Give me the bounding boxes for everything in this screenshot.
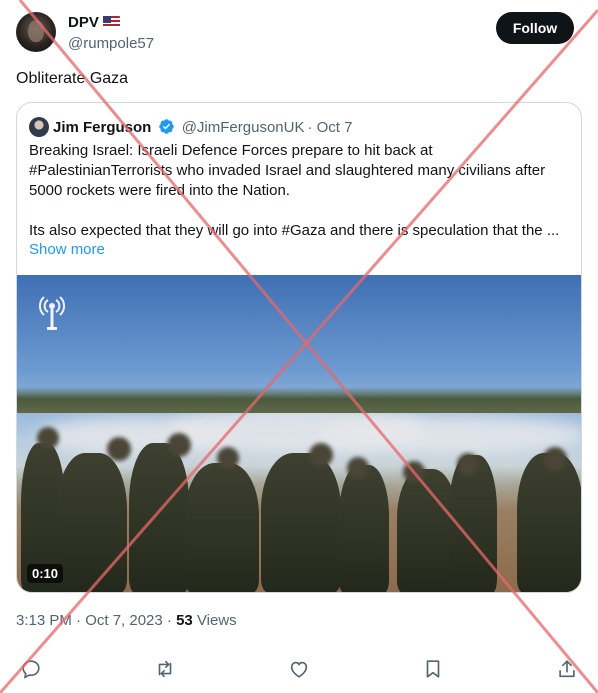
like-icon[interactable] xyxy=(288,658,310,680)
quoted-paragraph-2: Its also expected that they will go into… xyxy=(29,222,560,239)
blurred-head xyxy=(309,443,333,467)
soldier-figure xyxy=(129,443,189,592)
quoted-author-handle[interactable]: @JimFergusonUK xyxy=(182,119,305,136)
show-more-link[interactable]: Show more xyxy=(29,241,105,258)
quoted-author-name[interactable]: Jim Ferguson xyxy=(53,119,151,136)
tweet-header: DPV @rumpole57 Follow xyxy=(16,10,574,54)
soldier-figure xyxy=(517,453,581,592)
author-name[interactable]: DPV xyxy=(68,14,120,31)
verified-badge-icon xyxy=(158,119,174,134)
follow-button[interactable]: Follow xyxy=(496,12,574,44)
blurred-head xyxy=(37,427,59,449)
avatar[interactable] xyxy=(16,12,56,52)
quoted-paragraph-1: Breaking Israel: Israeli Defence Forces … xyxy=(29,142,550,199)
blurred-head xyxy=(347,457,369,479)
smoke-cloud xyxy=(37,417,237,455)
views-label: Views xyxy=(196,612,237,629)
soldier-figure xyxy=(185,463,259,592)
tweet-meta: 3:13 PM · Oct 7, 2023 · 53 Views xyxy=(16,612,237,629)
author-handle[interactable]: @rumpole57 xyxy=(68,35,154,52)
soldier-figure xyxy=(397,469,457,592)
quoted-tweet-date[interactable]: · Oct 7 xyxy=(307,119,352,136)
blurred-head xyxy=(543,447,567,471)
video-player[interactable]: 0:10 xyxy=(17,275,581,592)
action-bar xyxy=(0,652,598,688)
reply-icon[interactable] xyxy=(20,658,42,680)
soldier-figure xyxy=(57,453,127,592)
us-flag-icon xyxy=(102,16,120,28)
video-duration: 0:10 xyxy=(27,564,64,583)
author-display-name[interactable]: DPV xyxy=(68,14,99,31)
bookmark-icon[interactable] xyxy=(422,658,444,680)
soldier-figure xyxy=(339,465,389,592)
blurred-head xyxy=(457,453,479,475)
smoke-cloud xyxy=(317,415,581,455)
retweet-icon[interactable] xyxy=(154,658,176,680)
soldier-figure xyxy=(449,455,497,592)
views-count: 53 xyxy=(176,612,193,629)
quoted-tweet-body: Breaking Israel: Israeli Defence Forces … xyxy=(29,141,569,261)
quoted-tweet-header: Jim Ferguson @JimFergusonUK · Oct 7 xyxy=(29,117,352,137)
quoted-tweet-card[interactable]: Jim Ferguson @JimFergusonUK · Oct 7 Break… xyxy=(16,102,582,593)
quoted-avatar[interactable] xyxy=(29,117,49,137)
blurred-head xyxy=(107,437,131,461)
tweet-timestamp[interactable]: 3:13 PM · Oct 7, 2023 · xyxy=(16,612,172,629)
tweet-text: Obliterate Gaza xyxy=(16,70,129,87)
idf-logo-icon xyxy=(38,296,66,330)
blurred-head xyxy=(167,433,191,457)
share-icon[interactable] xyxy=(556,658,578,680)
soldier-figure xyxy=(261,453,341,592)
blurred-head xyxy=(403,461,425,483)
treeline xyxy=(17,387,581,413)
blurred-head xyxy=(217,447,239,469)
